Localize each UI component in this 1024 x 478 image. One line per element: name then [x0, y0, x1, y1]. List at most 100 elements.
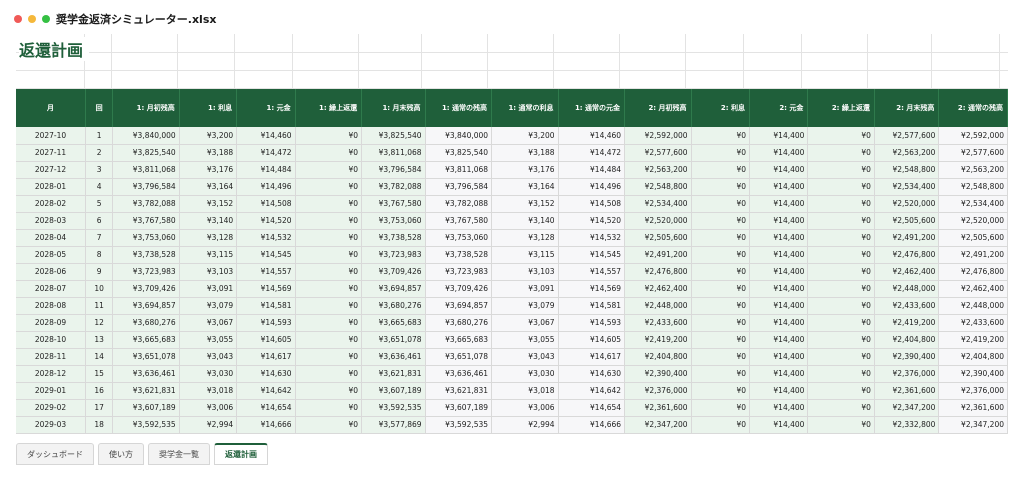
table-cell[interactable]: ¥14,400	[749, 314, 809, 332]
table-cell[interactable]: ¥3,188	[179, 144, 238, 162]
table-cell[interactable]: ¥3,840,000	[425, 127, 493, 145]
table-cell[interactable]: ¥3,164	[491, 178, 559, 196]
table-cell[interactable]: ¥2,376,000	[938, 382, 1008, 400]
table-cell[interactable]: ¥0	[295, 229, 363, 247]
table-cell[interactable]: ¥0	[691, 178, 750, 196]
table-cell[interactable]: ¥0	[295, 314, 363, 332]
table-cell[interactable]: ¥14,642	[236, 382, 296, 400]
table-cell[interactable]: ¥0	[295, 144, 363, 162]
table-cell[interactable]: ¥3,018	[491, 382, 559, 400]
table-cell[interactable]: ¥2,520,000	[624, 212, 692, 230]
table-cell[interactable]: ¥3,825,540	[112, 144, 180, 162]
table-cell[interactable]: ¥14,472	[558, 144, 626, 162]
table-cell[interactable]: ¥2,433,600	[624, 314, 692, 332]
table-cell[interactable]: ¥14,508	[558, 195, 626, 213]
table-cell[interactable]: ¥3,091	[179, 280, 238, 298]
table-cell[interactable]: ¥2,505,600	[938, 229, 1008, 247]
table-cell[interactable]: ¥3,115	[179, 246, 238, 264]
table-cell[interactable]: ¥14,569	[558, 280, 626, 298]
table-cell[interactable]: ¥3,128	[491, 229, 559, 247]
table-cell[interactable]: ¥14,400	[749, 212, 809, 230]
table-cell[interactable]: 15	[85, 365, 114, 383]
table-cell[interactable]: ¥2,361,600	[938, 399, 1008, 417]
table-cell[interactable]: ¥0	[691, 161, 750, 179]
table-cell[interactable]: ¥3,103	[179, 263, 238, 281]
table-cell[interactable]: ¥3,796,584	[425, 178, 493, 196]
table-cell[interactable]: ¥2,548,800	[624, 178, 692, 196]
table-cell[interactable]: ¥14,508	[236, 195, 296, 213]
table-cell[interactable]: 2028-01	[16, 178, 87, 196]
table-cell[interactable]: ¥3,723,983	[112, 263, 180, 281]
table-cell[interactable]: 14	[85, 348, 114, 366]
column-header[interactable]: 2: 元金	[749, 89, 809, 127]
table-cell[interactable]: ¥2,520,000	[874, 195, 940, 213]
table-cell[interactable]: ¥2,390,400	[874, 348, 940, 366]
table-cell[interactable]: ¥14,581	[236, 297, 296, 315]
table-cell[interactable]: ¥3,738,528	[361, 229, 426, 247]
table-cell[interactable]: ¥3,782,088	[425, 195, 493, 213]
table-cell[interactable]: ¥14,460	[236, 127, 296, 145]
table-cell[interactable]: ¥14,484	[558, 161, 626, 179]
table-cell[interactable]: ¥2,404,800	[874, 331, 940, 349]
table-cell[interactable]: ¥2,376,000	[624, 382, 692, 400]
table-cell[interactable]: ¥3,723,983	[361, 246, 426, 264]
table-cell[interactable]: ¥3,140	[179, 212, 238, 230]
table-cell[interactable]: ¥3,030	[491, 365, 559, 383]
table-cell[interactable]: ¥14,642	[558, 382, 626, 400]
table-cell[interactable]: ¥3,665,683	[361, 314, 426, 332]
table-cell[interactable]: 1	[85, 127, 114, 145]
table-cell[interactable]: ¥3,067	[491, 314, 559, 332]
column-header[interactable]: 月	[16, 89, 87, 127]
table-cell[interactable]: 5	[85, 195, 114, 213]
maximize-window-icon[interactable]	[42, 15, 50, 23]
table-cell[interactable]: ¥3,694,857	[361, 280, 426, 298]
table-cell[interactable]: 2029-02	[16, 399, 87, 417]
table-cell[interactable]: ¥2,505,600	[874, 212, 940, 230]
table-cell[interactable]: ¥3,006	[491, 399, 559, 417]
table-cell[interactable]: ¥14,593	[558, 314, 626, 332]
table-cell[interactable]: ¥0	[691, 144, 750, 162]
column-header[interactable]: 回	[85, 89, 114, 127]
table-cell[interactable]: 2028-03	[16, 212, 87, 230]
table-cell[interactable]: 8	[85, 246, 114, 264]
table-cell[interactable]: ¥14,581	[558, 297, 626, 315]
sheet-tab[interactable]: 使い方	[98, 443, 144, 465]
table-cell[interactable]: ¥2,491,200	[624, 246, 692, 264]
table-cell[interactable]: ¥3,753,060	[112, 229, 180, 247]
table-cell[interactable]: ¥3,651,078	[425, 348, 493, 366]
table-cell[interactable]: ¥14,654	[558, 399, 626, 417]
table-cell[interactable]: 10	[85, 280, 114, 298]
table-cell[interactable]: ¥0	[295, 246, 363, 264]
table-cell[interactable]: 2028-02	[16, 195, 87, 213]
table-cell[interactable]: ¥3,840,000	[112, 127, 180, 145]
table-cell[interactable]: ¥3,140	[491, 212, 559, 230]
table-cell[interactable]: ¥0	[691, 195, 750, 213]
table-cell[interactable]: ¥3,200	[179, 127, 238, 145]
table-cell[interactable]: ¥0	[295, 297, 363, 315]
table-cell[interactable]: ¥0	[691, 246, 750, 264]
table-cell[interactable]: ¥0	[807, 229, 875, 247]
table-cell[interactable]: ¥0	[691, 416, 750, 434]
table-cell[interactable]: 4	[85, 178, 114, 196]
table-cell[interactable]: ¥0	[295, 212, 363, 230]
table-cell[interactable]: ¥3,796,584	[112, 178, 180, 196]
table-cell[interactable]: ¥3,176	[491, 161, 559, 179]
table-cell[interactable]: ¥2,534,400	[874, 178, 940, 196]
table-cell[interactable]: ¥3,200	[491, 127, 559, 145]
table-cell[interactable]: ¥0	[807, 416, 875, 434]
table-cell[interactable]: ¥0	[807, 365, 875, 383]
table-cell[interactable]: ¥2,462,400	[874, 263, 940, 281]
table-cell[interactable]: ¥0	[807, 331, 875, 349]
table-cell[interactable]: ¥2,390,400	[624, 365, 692, 383]
table-cell[interactable]: ¥14,400	[749, 399, 809, 417]
table-cell[interactable]: ¥2,491,200	[938, 246, 1008, 264]
table-cell[interactable]: ¥2,433,600	[938, 314, 1008, 332]
table-cell[interactable]: ¥0	[295, 365, 363, 383]
table-cell[interactable]: ¥2,563,200	[624, 161, 692, 179]
table-cell[interactable]: ¥14,520	[236, 212, 296, 230]
table-cell[interactable]: ¥2,419,200	[624, 331, 692, 349]
table-cell[interactable]: ¥3,651,078	[112, 348, 180, 366]
table-cell[interactable]: ¥2,347,200	[938, 416, 1008, 434]
table-cell[interactable]: 6	[85, 212, 114, 230]
table-cell[interactable]: ¥3,651,078	[361, 331, 426, 349]
